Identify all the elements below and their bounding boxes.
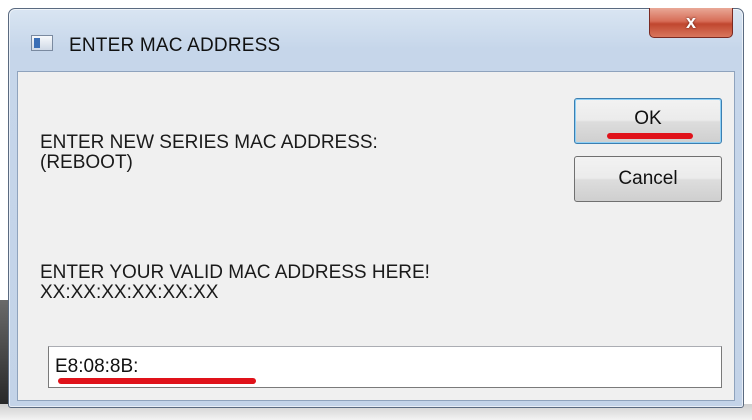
prompt-line-1: ENTER NEW SERIES MAC ADDRESS:: [40, 132, 378, 153]
dialog-window: ENTER MAC ADDRESS x ENTER NEW SERIES MAC…: [8, 8, 744, 408]
hint-mac-format: XX:XX:XX:XX:XX:XX: [40, 282, 219, 303]
ok-button-label: OK: [634, 108, 662, 129]
window-app-icon: [31, 35, 53, 51]
title-bar[interactable]: ENTER MAC ADDRESS x: [9, 8, 743, 71]
close-button[interactable]: x: [649, 8, 733, 38]
input-annotation-underline: [58, 378, 256, 384]
close-icon: x: [685, 12, 696, 32]
prompt-line-2: (REBOOT): [40, 152, 133, 173]
dialog-client-area: ENTER NEW SERIES MAC ADDRESS: (REBOOT) E…: [17, 71, 735, 401]
redacted-mac-portion: [190, 355, 256, 375]
ok-annotation-underline: [607, 133, 693, 139]
hint-line-1: ENTER YOUR VALID MAC ADDRESS HERE!: [40, 262, 430, 283]
cancel-button[interactable]: Cancel: [574, 156, 722, 202]
window-title: ENTER MAC ADDRESS: [69, 35, 281, 56]
screenshot-stage: ENTER MAC ADDRESS x ENTER NEW SERIES MAC…: [0, 0, 752, 420]
ok-button[interactable]: OK: [574, 98, 722, 144]
cancel-button-label: Cancel: [618, 168, 678, 189]
